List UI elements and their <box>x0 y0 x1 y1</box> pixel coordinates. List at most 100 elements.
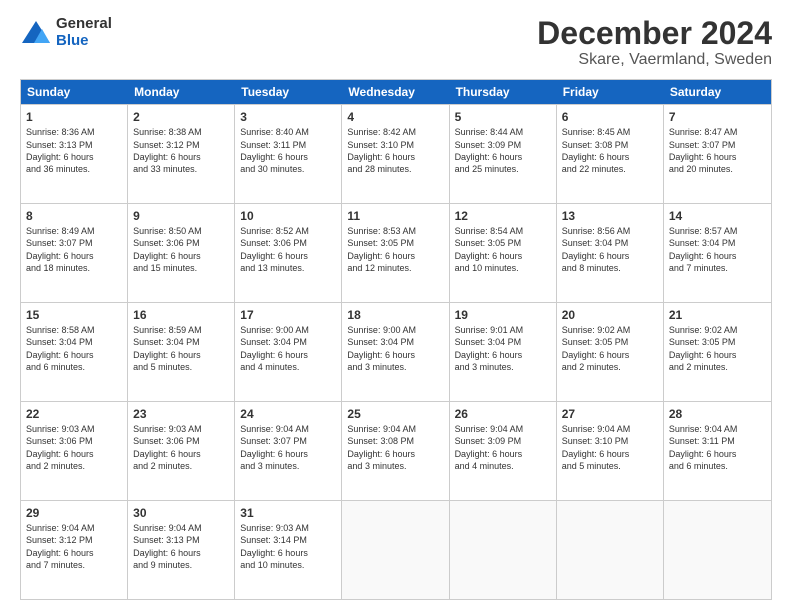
cell-line: Sunrise: 9:00 AM <box>240 324 336 336</box>
cal-cell-r3-c7: 21Sunrise: 9:02 AMSunset: 3:05 PMDayligh… <box>664 303 771 401</box>
logo: General Blue <box>20 16 112 49</box>
logo-blue-text: Blue <box>56 33 112 50</box>
cell-line: Sunrise: 8:50 AM <box>133 225 229 237</box>
cell-line: Daylight: 6 hours <box>133 349 229 361</box>
cell-line: Sunset: 3:04 PM <box>562 237 658 249</box>
month-title: December 2024 <box>537 16 772 51</box>
cell-line: and 6 minutes. <box>26 361 122 373</box>
cal-cell-r4-c6: 27Sunrise: 9:04 AMSunset: 3:10 PMDayligh… <box>557 402 664 500</box>
cell-line: Daylight: 6 hours <box>133 448 229 460</box>
cal-cell-r1-c4: 4Sunrise: 8:42 AMSunset: 3:10 PMDaylight… <box>342 105 449 203</box>
cell-line: and 3 minutes. <box>455 361 551 373</box>
cell-line: Sunset: 3:04 PM <box>133 336 229 348</box>
day-number: 19 <box>455 307 551 323</box>
cell-line: Sunset: 3:06 PM <box>133 435 229 447</box>
day-number: 10 <box>240 208 336 224</box>
cal-cell-r5-c3: 31Sunrise: 9:03 AMSunset: 3:14 PMDayligh… <box>235 501 342 599</box>
cell-line: Daylight: 6 hours <box>562 151 658 163</box>
cell-line: and 7 minutes. <box>669 262 766 274</box>
cell-line: Sunset: 3:07 PM <box>26 237 122 249</box>
cell-line: Sunrise: 8:53 AM <box>347 225 443 237</box>
cell-line: Sunset: 3:04 PM <box>455 336 551 348</box>
day-number: 23 <box>133 406 229 422</box>
day-number: 26 <box>455 406 551 422</box>
cell-line: Sunrise: 9:04 AM <box>562 423 658 435</box>
day-number: 2 <box>133 109 229 125</box>
day-number: 15 <box>26 307 122 323</box>
cal-row-1: 1Sunrise: 8:36 AMSunset: 3:13 PMDaylight… <box>21 104 771 203</box>
cell-line: Sunset: 3:06 PM <box>240 237 336 249</box>
cell-line: Daylight: 6 hours <box>133 151 229 163</box>
cell-line: Sunrise: 9:04 AM <box>669 423 766 435</box>
cell-line: Sunset: 3:06 PM <box>133 237 229 249</box>
cell-line: and 10 minutes. <box>240 559 336 571</box>
cell-line: Daylight: 6 hours <box>562 250 658 262</box>
cal-cell-r5-c5 <box>450 501 557 599</box>
cell-line: Sunrise: 8:47 AM <box>669 126 766 138</box>
day-number: 9 <box>133 208 229 224</box>
cal-cell-r2-c7: 14Sunrise: 8:57 AMSunset: 3:04 PMDayligh… <box>664 204 771 302</box>
cell-line: Sunset: 3:06 PM <box>26 435 122 447</box>
header: General Blue December 2024 Skare, Vaerml… <box>20 16 772 69</box>
cell-line: Daylight: 6 hours <box>347 151 443 163</box>
cal-row-5: 29Sunrise: 9:04 AMSunset: 3:12 PMDayligh… <box>21 500 771 599</box>
cell-line: Sunrise: 8:38 AM <box>133 126 229 138</box>
cell-line: Sunset: 3:04 PM <box>347 336 443 348</box>
logo-general-text: General <box>56 16 112 33</box>
cell-line: Sunset: 3:05 PM <box>347 237 443 249</box>
header-thursday: Thursday <box>450 80 557 104</box>
calendar-header: Sunday Monday Tuesday Wednesday Thursday… <box>21 80 771 104</box>
day-number: 12 <box>455 208 551 224</box>
cell-line: Sunrise: 9:04 AM <box>455 423 551 435</box>
cell-line: Daylight: 6 hours <box>240 547 336 559</box>
day-number: 3 <box>240 109 336 125</box>
cell-line: Daylight: 6 hours <box>347 349 443 361</box>
cell-line: Sunrise: 9:03 AM <box>26 423 122 435</box>
cell-line: Daylight: 6 hours <box>240 250 336 262</box>
cal-cell-r5-c7 <box>664 501 771 599</box>
cell-line: Daylight: 6 hours <box>347 250 443 262</box>
cell-line: Sunrise: 9:03 AM <box>133 423 229 435</box>
cell-line: Daylight: 6 hours <box>455 349 551 361</box>
cal-cell-r2-c5: 12Sunrise: 8:54 AMSunset: 3:05 PMDayligh… <box>450 204 557 302</box>
day-number: 29 <box>26 505 122 521</box>
cell-line: and 9 minutes. <box>133 559 229 571</box>
cell-line: and 3 minutes. <box>347 460 443 472</box>
cell-line: Daylight: 6 hours <box>669 349 766 361</box>
logo-text: General Blue <box>56 16 112 49</box>
cell-line: Sunset: 3:11 PM <box>240 139 336 151</box>
cell-line: and 3 minutes. <box>347 361 443 373</box>
cell-line: Daylight: 6 hours <box>26 349 122 361</box>
cell-line: Daylight: 6 hours <box>455 250 551 262</box>
cell-line: Sunrise: 8:49 AM <box>26 225 122 237</box>
cal-cell-r3-c6: 20Sunrise: 9:02 AMSunset: 3:05 PMDayligh… <box>557 303 664 401</box>
cell-line: and 5 minutes. <box>562 460 658 472</box>
cal-cell-r3-c1: 15Sunrise: 8:58 AMSunset: 3:04 PMDayligh… <box>21 303 128 401</box>
day-number: 28 <box>669 406 766 422</box>
cell-line: and 2 minutes. <box>133 460 229 472</box>
cell-line: and 7 minutes. <box>26 559 122 571</box>
day-number: 27 <box>562 406 658 422</box>
cell-line: Sunset: 3:13 PM <box>26 139 122 151</box>
cal-cell-r2-c1: 8Sunrise: 8:49 AMSunset: 3:07 PMDaylight… <box>21 204 128 302</box>
cell-line: Daylight: 6 hours <box>455 151 551 163</box>
cal-cell-r2-c6: 13Sunrise: 8:56 AMSunset: 3:04 PMDayligh… <box>557 204 664 302</box>
cell-line: and 8 minutes. <box>562 262 658 274</box>
cell-line: Sunrise: 9:03 AM <box>240 522 336 534</box>
cell-line: and 28 minutes. <box>347 163 443 175</box>
cell-line: and 5 minutes. <box>133 361 229 373</box>
cal-cell-r2-c4: 11Sunrise: 8:53 AMSunset: 3:05 PMDayligh… <box>342 204 449 302</box>
cell-line: Sunset: 3:11 PM <box>669 435 766 447</box>
header-friday: Friday <box>557 80 664 104</box>
cal-cell-r4-c3: 24Sunrise: 9:04 AMSunset: 3:07 PMDayligh… <box>235 402 342 500</box>
cell-line: Sunset: 3:10 PM <box>562 435 658 447</box>
cell-line: Sunset: 3:13 PM <box>133 534 229 546</box>
day-number: 8 <box>26 208 122 224</box>
cal-cell-r5-c1: 29Sunrise: 9:04 AMSunset: 3:12 PMDayligh… <box>21 501 128 599</box>
cell-line: Sunset: 3:14 PM <box>240 534 336 546</box>
cell-line: Daylight: 6 hours <box>26 547 122 559</box>
cell-line: Daylight: 6 hours <box>240 448 336 460</box>
day-number: 4 <box>347 109 443 125</box>
cal-cell-r1-c1: 1Sunrise: 8:36 AMSunset: 3:13 PMDaylight… <box>21 105 128 203</box>
cell-line: Daylight: 6 hours <box>669 151 766 163</box>
